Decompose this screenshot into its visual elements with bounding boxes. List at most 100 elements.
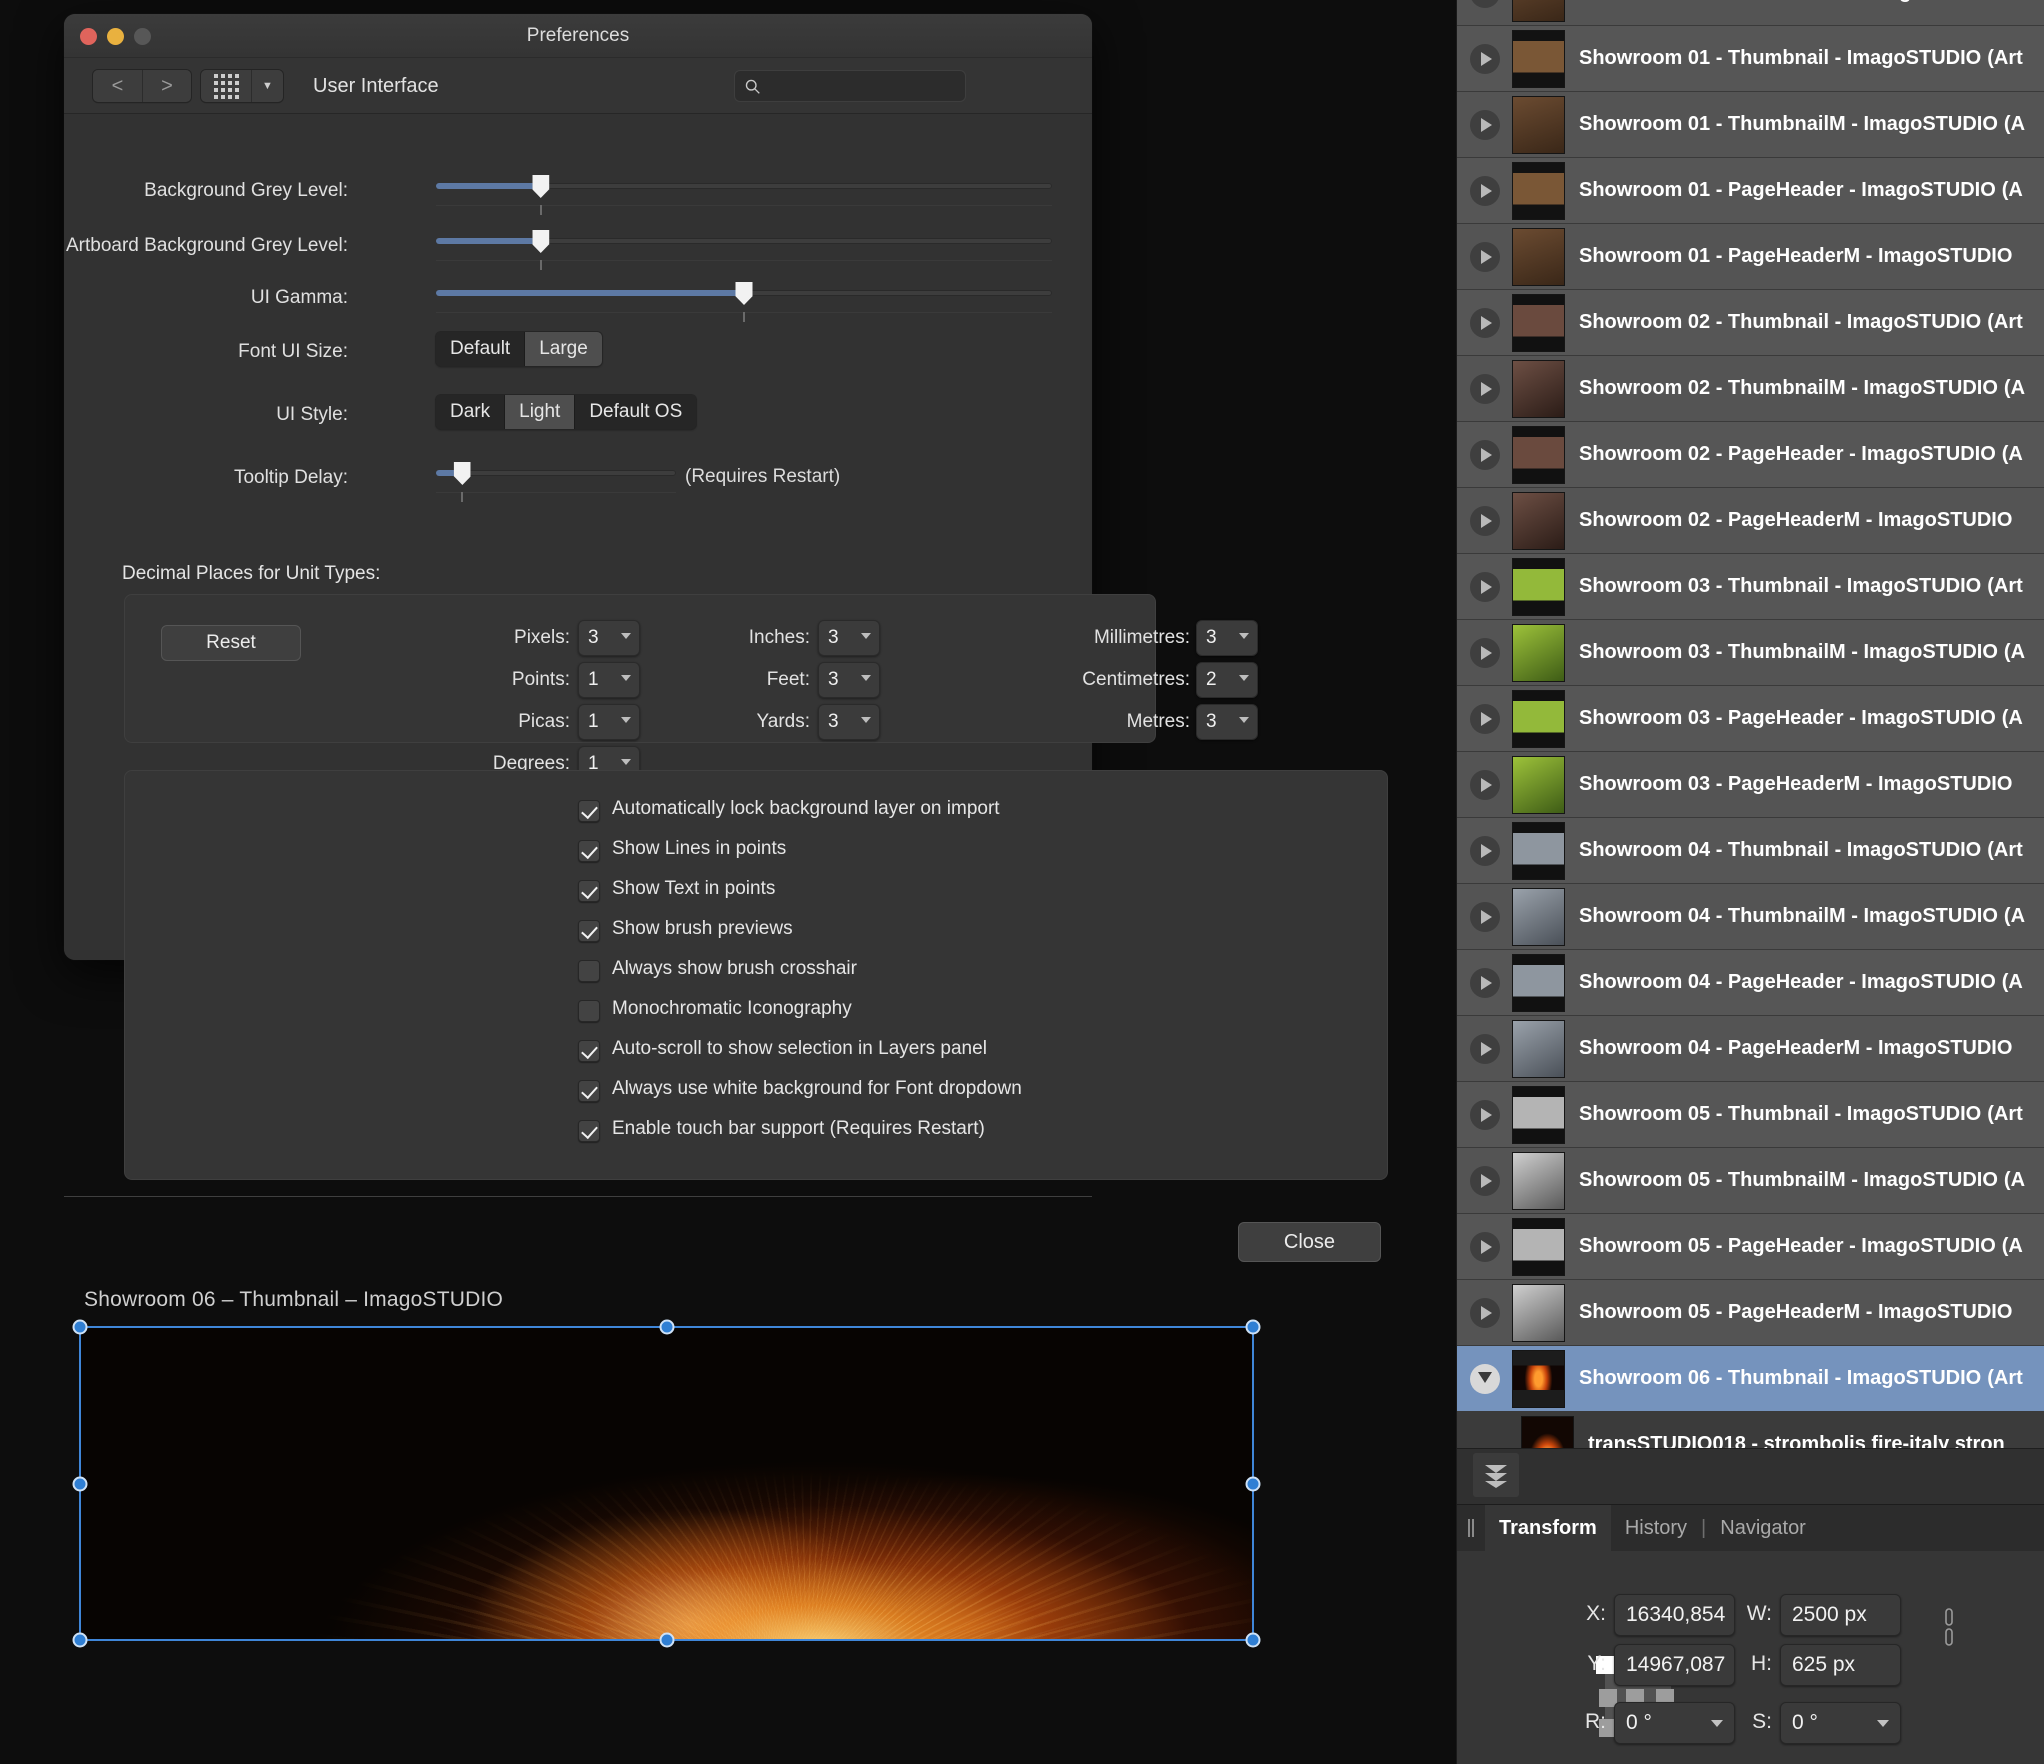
checkbox-checked[interactable]: [578, 880, 600, 902]
slider-thumb[interactable]: [532, 230, 550, 253]
slider-thumb[interactable]: [453, 462, 471, 485]
segment-font-default[interactable]: Default: [436, 332, 525, 366]
slider-thumb[interactable]: [735, 282, 753, 305]
chevron-down-icon[interactable]: [1239, 717, 1249, 723]
checkbox-checked[interactable]: [578, 1040, 600, 1062]
layer-row[interactable]: transSTUDIO018 - strombolis fire-italy s…: [1457, 1412, 2044, 1448]
disclosure-closed-icon[interactable]: [1470, 1297, 1500, 1328]
disclosure-closed-icon[interactable]: [1470, 901, 1500, 932]
slider-ui-gamma[interactable]: [436, 282, 1052, 322]
disclosure-closed-icon[interactable]: [1470, 505, 1500, 536]
selection-handle-bottom-left[interactable]: [72, 1632, 88, 1648]
segment-ui-style-default-os[interactable]: Default OS: [574, 395, 697, 429]
disclosure-closed-icon[interactable]: [1470, 835, 1500, 866]
layer-row[interactable]: Showroom 02 - PageHeader - ImagoSTUDIO (…: [1457, 422, 2044, 488]
disclosure-open-icon[interactable]: [1470, 1363, 1500, 1394]
chevron-down-icon[interactable]: [621, 717, 631, 723]
slider-tooltip-delay[interactable]: [436, 462, 676, 502]
disclosure-closed-icon[interactable]: [1470, 43, 1500, 74]
chain-link-icon[interactable]: [1942, 1606, 1956, 1652]
disclosure-closed-icon[interactable]: [1470, 373, 1500, 404]
segment-ui-style-light[interactable]: Light: [504, 395, 575, 429]
disclosure-closed-icon[interactable]: [1470, 1033, 1500, 1064]
stepper-centimetres[interactable]: 2: [1196, 662, 1258, 698]
layer-row[interactable]: Showroom 04 - PageHeader - ImagoSTUDIO (…: [1457, 950, 2044, 1016]
selection-handle-bottom-right[interactable]: [1245, 1632, 1261, 1648]
selection-handle-bottom-center[interactable]: [659, 1632, 674, 1648]
stepper-pixels[interactable]: 3: [578, 620, 640, 656]
stepper-millimetres[interactable]: 3: [1196, 620, 1258, 656]
disclosure-closed-icon[interactable]: [1470, 1165, 1500, 1196]
disclosure-closed-icon[interactable]: [1470, 1231, 1500, 1262]
stepper-picas[interactable]: 1: [578, 704, 640, 740]
disclosure-closed-icon[interactable]: [1470, 967, 1500, 998]
layer-row[interactable]: Showroom 05 - ThumbnailM - ImagoSTUDIO (…: [1457, 1148, 2044, 1214]
layer-row[interactable]: Showroom 04 - PageHeaderM - ImagoSTUDIO: [1457, 1016, 2044, 1082]
panel-grip-handle[interactable]: [1457, 1505, 1485, 1551]
checkbox-checked[interactable]: [578, 840, 600, 862]
checkbox-checked[interactable]: [578, 920, 600, 942]
chevron-down-icon[interactable]: [1711, 1720, 1723, 1727]
selection-handle-middle-left[interactable]: [72, 1476, 88, 1491]
chevron-down-icon[interactable]: [1239, 675, 1249, 681]
field-y[interactable]: 14967,087: [1614, 1644, 1735, 1686]
chevron-down-icon[interactable]: [621, 759, 631, 765]
chevron-down-icon[interactable]: [621, 675, 631, 681]
layer-row[interactable]: Showroom 05 - Thumbnail - ImagoSTUDIO (A…: [1457, 1082, 2044, 1148]
field-s[interactable]: 0 °: [1780, 1702, 1901, 1744]
selection-handle-top-left[interactable]: [72, 1319, 88, 1335]
disclosure-closed-icon[interactable]: [1470, 571, 1500, 602]
stepper-metres[interactable]: 3: [1196, 704, 1258, 740]
layer-row[interactable]: ProductHeader ForBrands 01 - PageHeaderM: [1457, 0, 2044, 26]
layer-row[interactable]: Showroom 03 - PageHeaderM - ImagoSTUDIO: [1457, 752, 2044, 818]
layer-row[interactable]: Showroom 04 - ThumbnailM - ImagoSTUDIO (…: [1457, 884, 2044, 950]
selection-handle-middle-right[interactable]: [1245, 1476, 1261, 1491]
disclosure-closed-icon[interactable]: [1470, 1099, 1500, 1130]
reset-button[interactable]: Reset: [161, 625, 301, 661]
slider-background-grey-level[interactable]: [436, 175, 1052, 215]
slider-artboard-background-grey-level[interactable]: [436, 230, 1052, 270]
chevron-down-icon[interactable]: [1239, 633, 1249, 639]
layer-row[interactable]: Showroom 01 - PageHeader - ImagoSTUDIO (…: [1457, 158, 2044, 224]
tab-history[interactable]: History: [1611, 1505, 1701, 1551]
segment-ui-style-dark[interactable]: Dark: [436, 395, 505, 429]
tab-navigator[interactable]: Navigator: [1706, 1505, 1820, 1551]
artboard[interactable]: [72, 1319, 1261, 1648]
disclosure-closed-icon[interactable]: [1470, 637, 1500, 668]
field-w[interactable]: 2500 px: [1780, 1594, 1901, 1636]
chevron-down-icon[interactable]: [621, 633, 631, 639]
layer-row-selected[interactable]: Showroom 06 - Thumbnail - ImagoSTUDIO (A…: [1457, 1346, 2044, 1412]
layer-row[interactable]: Showroom 03 - Thumbnail - ImagoSTUDIO (A…: [1457, 554, 2044, 620]
disclosure-closed-icon[interactable]: [1470, 307, 1500, 338]
stepper-points[interactable]: 1: [578, 662, 640, 698]
disclosure-closed-icon[interactable]: [1470, 109, 1500, 140]
slider-thumb[interactable]: [532, 175, 550, 198]
segment-font-large[interactable]: Large: [524, 332, 602, 366]
layer-row[interactable]: Showroom 02 - PageHeaderM - ImagoSTUDIO: [1457, 488, 2044, 554]
disclosure-closed-icon[interactable]: [1470, 439, 1500, 470]
layer-row[interactable]: Showroom 03 - PageHeader - ImagoSTUDIO (…: [1457, 686, 2044, 752]
selection-handle-top-right[interactable]: [1245, 1319, 1261, 1335]
disclosure-closed-icon[interactable]: [1470, 241, 1500, 272]
disclosure-closed-icon[interactable]: [1470, 0, 1500, 8]
disclosure-closed-icon[interactable]: [1470, 769, 1500, 800]
tab-transform[interactable]: Transform: [1485, 1505, 1611, 1551]
close-button[interactable]: Close: [1238, 1222, 1381, 1262]
checkbox-checked[interactable]: [578, 1080, 600, 1102]
chevron-down-icon[interactable]: [1877, 1720, 1889, 1727]
layer-row[interactable]: Showroom 05 - PageHeaderM - ImagoSTUDIO: [1457, 1280, 2044, 1346]
field-x[interactable]: 16340,854: [1614, 1594, 1735, 1636]
layer-row[interactable]: Showroom 03 - ThumbnailM - ImagoSTUDIO (…: [1457, 620, 2044, 686]
layer-row[interactable]: Showroom 02 - Thumbnail - ImagoSTUDIO (A…: [1457, 290, 2044, 356]
layer-row[interactable]: Showroom 01 - Thumbnail - ImagoSTUDIO (A…: [1457, 26, 2044, 92]
selection-handle-top-center[interactable]: [659, 1319, 674, 1335]
disclosure-closed-icon[interactable]: [1470, 703, 1500, 734]
field-r[interactable]: 0 °: [1614, 1702, 1735, 1744]
layer-row[interactable]: Showroom 04 - Thumbnail - ImagoSTUDIO (A…: [1457, 818, 2044, 884]
checkbox-unchecked[interactable]: [578, 1000, 600, 1022]
disclosure-closed-icon[interactable]: [1470, 175, 1500, 206]
checkbox-unchecked[interactable]: [578, 960, 600, 982]
field-h[interactable]: 625 px: [1780, 1644, 1901, 1686]
layer-row[interactable]: Showroom 01 - PageHeaderM - ImagoSTUDIO: [1457, 224, 2044, 290]
layers-list[interactable]: ProductHeader ForBrands 01 - PageHeaderM…: [1457, 0, 2044, 1448]
